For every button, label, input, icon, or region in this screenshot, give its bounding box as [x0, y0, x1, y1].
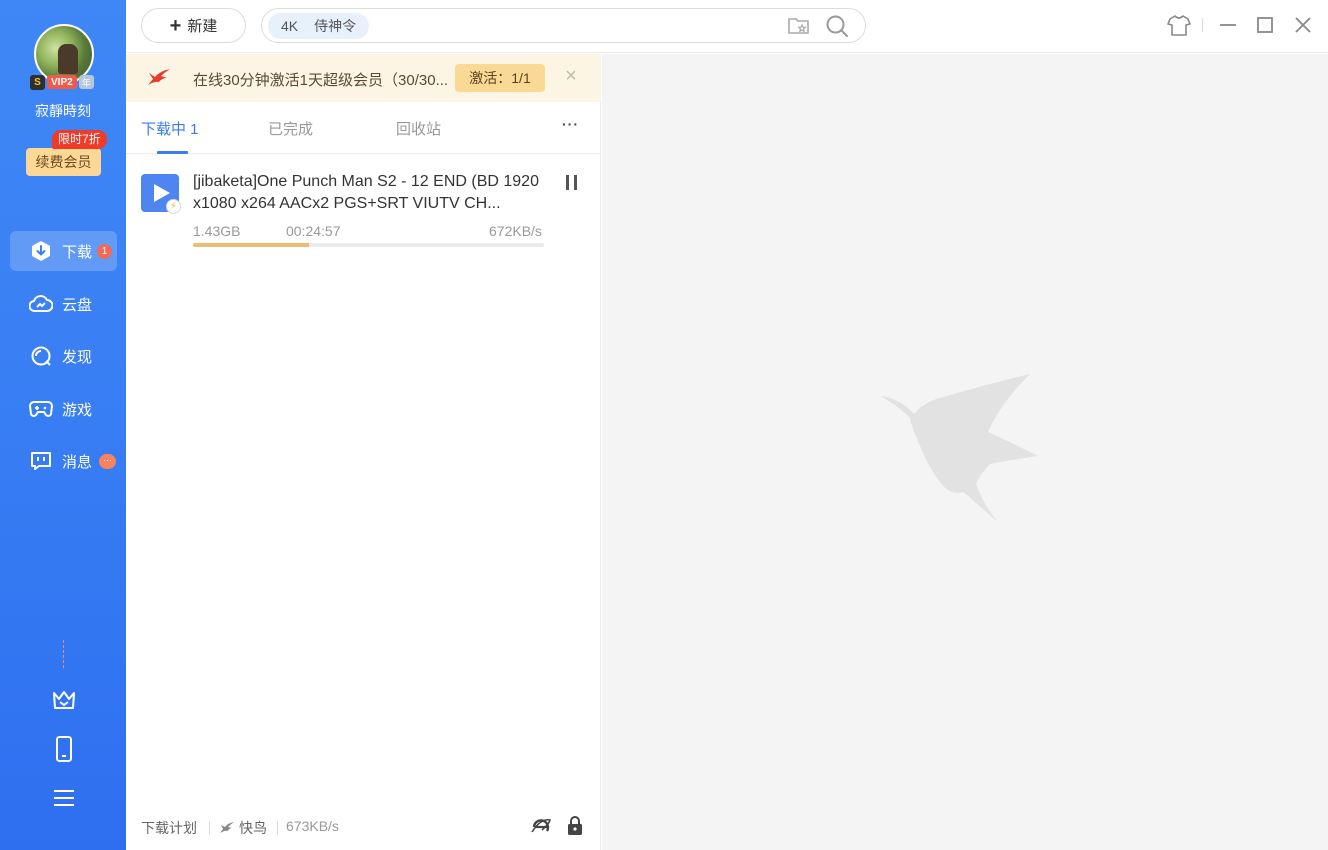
task-title: [jibaketa]One Punch Man S2 - 12 END (BD … — [193, 173, 539, 212]
fast-bird-label: 快鸟 — [239, 820, 267, 836]
thunder-bird-logo-icon — [146, 66, 172, 90]
search-icon[interactable] — [825, 14, 849, 43]
vip-year-tag: 年 — [78, 75, 94, 89]
window-control-separator — [1202, 18, 1203, 32]
status-bar: 下载计划 快鸟 673KB/s — [126, 806, 601, 846]
top-bar: + 新建 4K 侍神令 — [126, 0, 1328, 53]
accelerate-badge-icon: ⚡ — [166, 199, 181, 214]
banner-text: 在线30分钟激活1天超级会员（30/30... — [193, 72, 449, 89]
skin-icon[interactable] — [1166, 12, 1192, 38]
pause-icon[interactable] — [566, 175, 580, 191]
status-separator — [209, 821, 210, 835]
close-icon[interactable] — [1290, 12, 1316, 38]
phone-icon[interactable] — [50, 735, 78, 763]
download-task-row[interactable]: ⚡ [jibaketa]One Punch Man S2 - 12 END (B… — [126, 155, 601, 255]
download-count-badge: 1 — [97, 244, 112, 259]
menu-icon[interactable] — [50, 784, 78, 812]
download-icon — [29, 239, 53, 263]
total-speed: 673KB/s — [286, 818, 339, 834]
renew-membership-button[interactable]: 续费会员 — [26, 148, 101, 176]
sidebar-item-download[interactable]: 下载 1 — [10, 231, 117, 271]
plus-icon: + — [169, 14, 182, 37]
more-options-button[interactable]: ··· — [562, 116, 582, 136]
sidebar-item-cloud[interactable]: 云盘 — [10, 284, 117, 324]
sidebar-item-label: 云盘 — [62, 296, 93, 314]
maximize-icon[interactable] — [1252, 12, 1278, 38]
active-tab-indicator — [157, 151, 188, 154]
fast-bird-icon — [220, 822, 234, 833]
new-task-button[interactable]: + 新建 — [141, 8, 246, 43]
search-chip-tag: 4K — [281, 18, 299, 34]
thunder-bird-watermark-icon — [880, 374, 1040, 524]
vip-level-tag: VIP2 — [47, 75, 77, 89]
tab-completed[interactable]: 已完成 — [268, 118, 313, 139]
new-task-label: 新建 — [187, 18, 218, 35]
gamepad-icon — [29, 397, 53, 421]
vip-badge[interactable]: S VIP2 年 — [30, 74, 94, 90]
minimize-icon[interactable] — [1215, 12, 1241, 38]
crown-icon[interactable] — [50, 686, 78, 714]
sidebar-item-games[interactable]: 游戏 — [10, 389, 117, 429]
fast-bird-button[interactable]: 快鸟 — [219, 818, 267, 838]
task-size: 1.43GB — [193, 223, 241, 239]
app-window: S VIP2 年 寂靜時刻 限时7折 续费会员 下载 1 云盘 发现 游戏 消息… — [0, 0, 1328, 850]
lock-icon[interactable] — [566, 816, 584, 839]
banner-close-icon[interactable]: × — [562, 66, 580, 86]
sidebar-item-label: 发现 — [62, 348, 93, 366]
download-tabs: 下载中 1 已完成 回收站 ··· — [126, 102, 601, 154]
activate-button[interactable]: 激活：1/1 — [455, 64, 545, 92]
username[interactable]: 寂靜時刻 — [0, 101, 126, 121]
discover-icon — [29, 344, 53, 368]
message-badge: ··· — [99, 454, 116, 469]
sidebar-divider — [63, 640, 64, 668]
task-progress-bar — [193, 243, 544, 247]
detail-area — [602, 54, 1328, 850]
video-file-icon: ⚡ — [141, 174, 181, 214]
search-chip-text: 侍神令 — [314, 18, 357, 34]
tab-downloading[interactable]: 下载中 1 — [141, 118, 199, 139]
status-separator — [277, 821, 278, 835]
avatar-figure — [58, 44, 78, 74]
vip-s-badge: S — [30, 74, 45, 90]
sidebar: S VIP2 年 寂靜時刻 限时7折 续费会员 下载 1 云盘 发现 游戏 消息… — [0, 0, 126, 850]
download-panel: 在线30分钟激活1天超级会员（30/30... 激活：1/1 × 下载中 1 已… — [126, 54, 601, 850]
message-icon — [29, 449, 53, 473]
task-remaining-time: 00:24:57 — [286, 223, 341, 239]
search-suggestion-chip[interactable]: 4K 侍神令 — [268, 13, 370, 39]
sidebar-item-label: 游戏 — [62, 401, 93, 419]
sidebar-item-label: 下载 — [62, 243, 93, 261]
task-progress-fill — [193, 243, 309, 247]
folder-star-icon[interactable] — [787, 15, 811, 42]
promo-banner[interactable]: 在线30分钟激活1天超级会员（30/30... 激活：1/1 × — [126, 54, 601, 102]
tab-recycle-bin[interactable]: 回收站 — [396, 118, 441, 139]
cloud-icon — [29, 292, 53, 316]
task-speed: 672KB/s — [489, 223, 542, 239]
browser-icon[interactable] — [530, 816, 552, 841]
sidebar-item-messages[interactable]: 消息 ··· — [10, 441, 117, 481]
sidebar-item-discover[interactable]: 发现 — [10, 336, 117, 376]
search-input[interactable]: 4K 侍神令 — [261, 8, 866, 43]
promo-tag: 限时7折 — [52, 130, 107, 149]
sidebar-item-label: 消息 — [62, 453, 93, 471]
download-plan-button[interactable]: 下载计划 — [141, 818, 197, 838]
